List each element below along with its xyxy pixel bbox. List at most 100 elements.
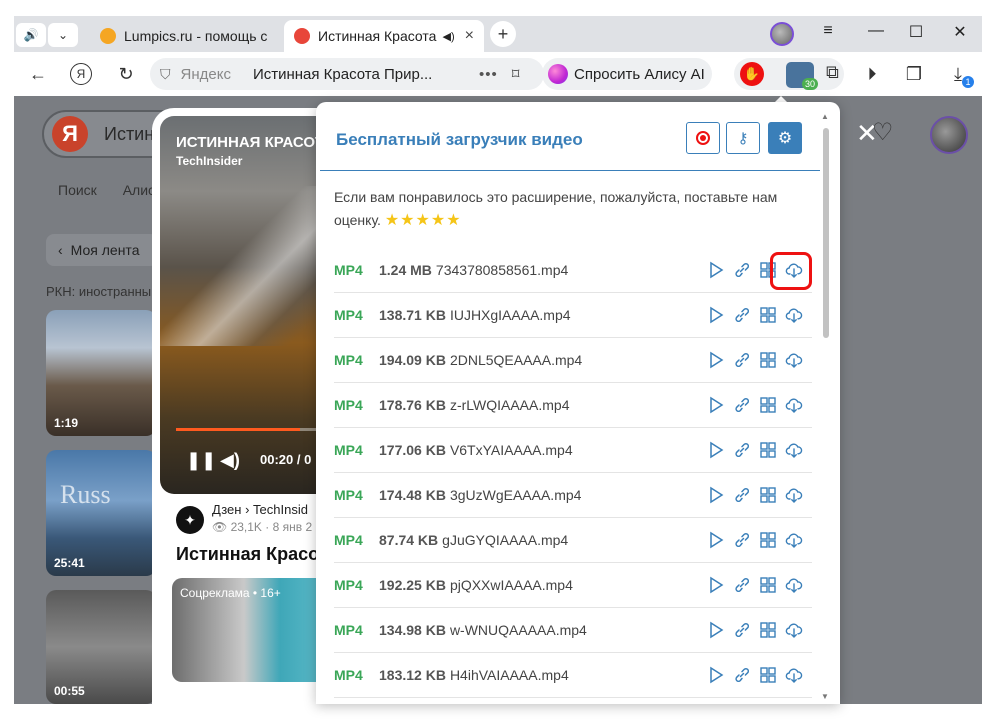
address-bar[interactable]: ⛉ Яндекс Истинная Красота Прир... ••• ⌑ xyxy=(150,58,544,90)
views-eye-icon: 👁 xyxy=(212,520,228,534)
minimize-icon[interactable]: — xyxy=(864,22,888,40)
play-icon[interactable] xyxy=(706,440,726,460)
play-icon[interactable] xyxy=(706,305,726,325)
cloud-download-icon[interactable] xyxy=(784,395,804,415)
file-row: MP4 194.09 KB 2DNL5QEAAAA.mp4 xyxy=(334,338,812,383)
window-close-icon[interactable]: ✕ xyxy=(948,22,972,42)
channel-name[interactable]: Дзен › TechInsid xyxy=(212,502,308,517)
tab-video[interactable]: Истинная Красота П ◀) × xyxy=(284,20,484,52)
scroll-thumb[interactable] xyxy=(823,128,829,338)
file-actions xyxy=(706,305,804,325)
page-search-text: Истин xyxy=(104,124,155,144)
file-size: 1.24 MB xyxy=(379,262,432,278)
play-icon[interactable] xyxy=(706,530,726,550)
copy-link-icon[interactable] xyxy=(732,395,752,415)
copy-link-icon[interactable] xyxy=(732,305,752,325)
qr-grid-icon[interactable] xyxy=(758,575,778,595)
heart-icon[interactable]: ♡ xyxy=(872,118,894,147)
record-button[interactable] xyxy=(686,122,720,154)
key-button[interactable]: ⚷ xyxy=(726,122,760,154)
pause-icon[interactable]: ❚❚ xyxy=(186,450,216,471)
cloud-download-icon[interactable] xyxy=(784,575,804,595)
tab-menu-icon[interactable]: ≡ xyxy=(816,22,840,40)
file-format: MP4 xyxy=(334,487,363,503)
play-icon[interactable] xyxy=(706,485,726,505)
copy-link-icon[interactable] xyxy=(732,440,752,460)
settings-button[interactable]: ⚙ xyxy=(768,122,802,154)
video-thumb[interactable]: Russ 25:41 xyxy=(46,450,156,576)
cloud-download-icon[interactable] xyxy=(784,620,804,640)
volume-icon[interactable]: ◀) xyxy=(220,450,240,471)
tab-audio-icon[interactable]: ◀) xyxy=(443,30,455,43)
tab-list-chevron-icon[interactable]: ⌄ xyxy=(48,23,78,47)
audio-icon[interactable]: 🔊 xyxy=(16,23,46,47)
downloads-icon[interactable]: ⤓ 1 xyxy=(946,62,974,88)
play-icon[interactable] xyxy=(706,350,726,370)
video-thumb[interactable]: 00:55 xyxy=(46,590,156,704)
maximize-icon[interactable]: ☐ xyxy=(904,22,928,42)
new-tab-button[interactable]: + xyxy=(490,21,516,47)
page-tab-search[interactable]: Поиск xyxy=(58,182,97,198)
cloud-download-icon[interactable] xyxy=(784,440,804,460)
qr-grid-icon[interactable] xyxy=(758,665,778,685)
copy-link-icon[interactable] xyxy=(732,665,752,685)
page-tab-alice[interactable]: Алис xyxy=(123,182,155,198)
video-thumb[interactable]: 1:19 xyxy=(46,310,156,436)
file-size: 87.74 KB xyxy=(379,532,439,548)
video-downloader-extension-icon[interactable]: 30 xyxy=(786,62,818,90)
popup-scrollbar[interactable]: ▲ ▼ xyxy=(820,112,832,704)
chevron-left-icon: ‹ xyxy=(58,242,63,258)
cloud-download-icon[interactable] xyxy=(784,530,804,550)
cloud-download-icon[interactable] xyxy=(784,485,804,505)
cloud-download-icon[interactable] xyxy=(784,350,804,370)
profile-avatar[interactable] xyxy=(770,22,794,46)
ask-alice-label: Спросить Алису AI xyxy=(574,65,705,83)
user-avatar[interactable] xyxy=(930,116,968,154)
qr-grid-icon[interactable] xyxy=(758,485,778,505)
file-format: MP4 xyxy=(334,397,363,413)
scroll-down-icon[interactable]: ▼ xyxy=(821,692,829,701)
copy-link-icon[interactable] xyxy=(732,620,752,640)
collections-icon[interactable]: ❐ xyxy=(902,62,926,86)
file-name: z-rLWQIAAAA.mp4 xyxy=(449,397,570,413)
my-feed-button[interactable]: ‹ Моя лента xyxy=(46,234,158,266)
progress-fill xyxy=(176,428,300,431)
file-size: 174.48 KB xyxy=(379,487,446,503)
play-icon[interactable] xyxy=(706,665,726,685)
play-icon[interactable] xyxy=(706,575,726,595)
qr-grid-icon[interactable] xyxy=(758,395,778,415)
play-icon[interactable] xyxy=(706,395,726,415)
cloud-download-icon[interactable] xyxy=(784,305,804,325)
scroll-up-icon[interactable]: ▲ xyxy=(821,112,829,121)
tab-close-icon[interactable]: × xyxy=(465,27,474,45)
media-play-icon[interactable]: ⏵ xyxy=(860,62,884,86)
copy-link-icon[interactable] xyxy=(732,575,752,595)
copy-link-icon[interactable] xyxy=(732,485,752,505)
play-icon[interactable] xyxy=(706,260,726,280)
yandex-home-icon[interactable]: Я xyxy=(70,63,92,85)
qr-grid-icon[interactable] xyxy=(758,305,778,325)
thumb-title: Russ xyxy=(60,480,111,509)
dzen-icon[interactable]: ✦ xyxy=(176,506,204,534)
rating-stars[interactable]: ★★★★★ xyxy=(385,212,462,229)
copy-link-icon[interactable] xyxy=(732,260,752,280)
adblock-hand-icon[interactable]: ✋ xyxy=(740,62,764,86)
puzzle-extensions-icon[interactable]: ⧉ xyxy=(826,62,839,83)
ask-alice-button[interactable]: Спросить Алису AI xyxy=(542,58,712,90)
more-dots-icon[interactable]: ••• xyxy=(479,66,498,83)
play-icon[interactable] xyxy=(706,620,726,640)
qr-grid-icon[interactable] xyxy=(758,350,778,370)
reload-icon[interactable]: ↻ xyxy=(114,62,138,86)
bookmark-icon[interactable]: ⌑ xyxy=(512,65,520,83)
file-size: 194.09 KB xyxy=(379,352,446,368)
cloud-download-icon[interactable] xyxy=(784,665,804,685)
qr-grid-icon[interactable] xyxy=(758,530,778,550)
tab-lumpics[interactable]: Lumpics.ru - помощь с ком xyxy=(90,20,280,52)
qr-grid-icon[interactable] xyxy=(758,440,778,460)
video-downloader-popup: Бесплатный загрузчик видео ⚷ ⚙ Если вам … xyxy=(316,102,840,704)
copy-link-icon[interactable] xyxy=(732,350,752,370)
qr-grid-icon[interactable] xyxy=(758,620,778,640)
file-name: gJuGYQIAAAA.mp4 xyxy=(442,532,569,548)
back-arrow-icon[interactable]: ← xyxy=(26,62,50,86)
copy-link-icon[interactable] xyxy=(732,530,752,550)
